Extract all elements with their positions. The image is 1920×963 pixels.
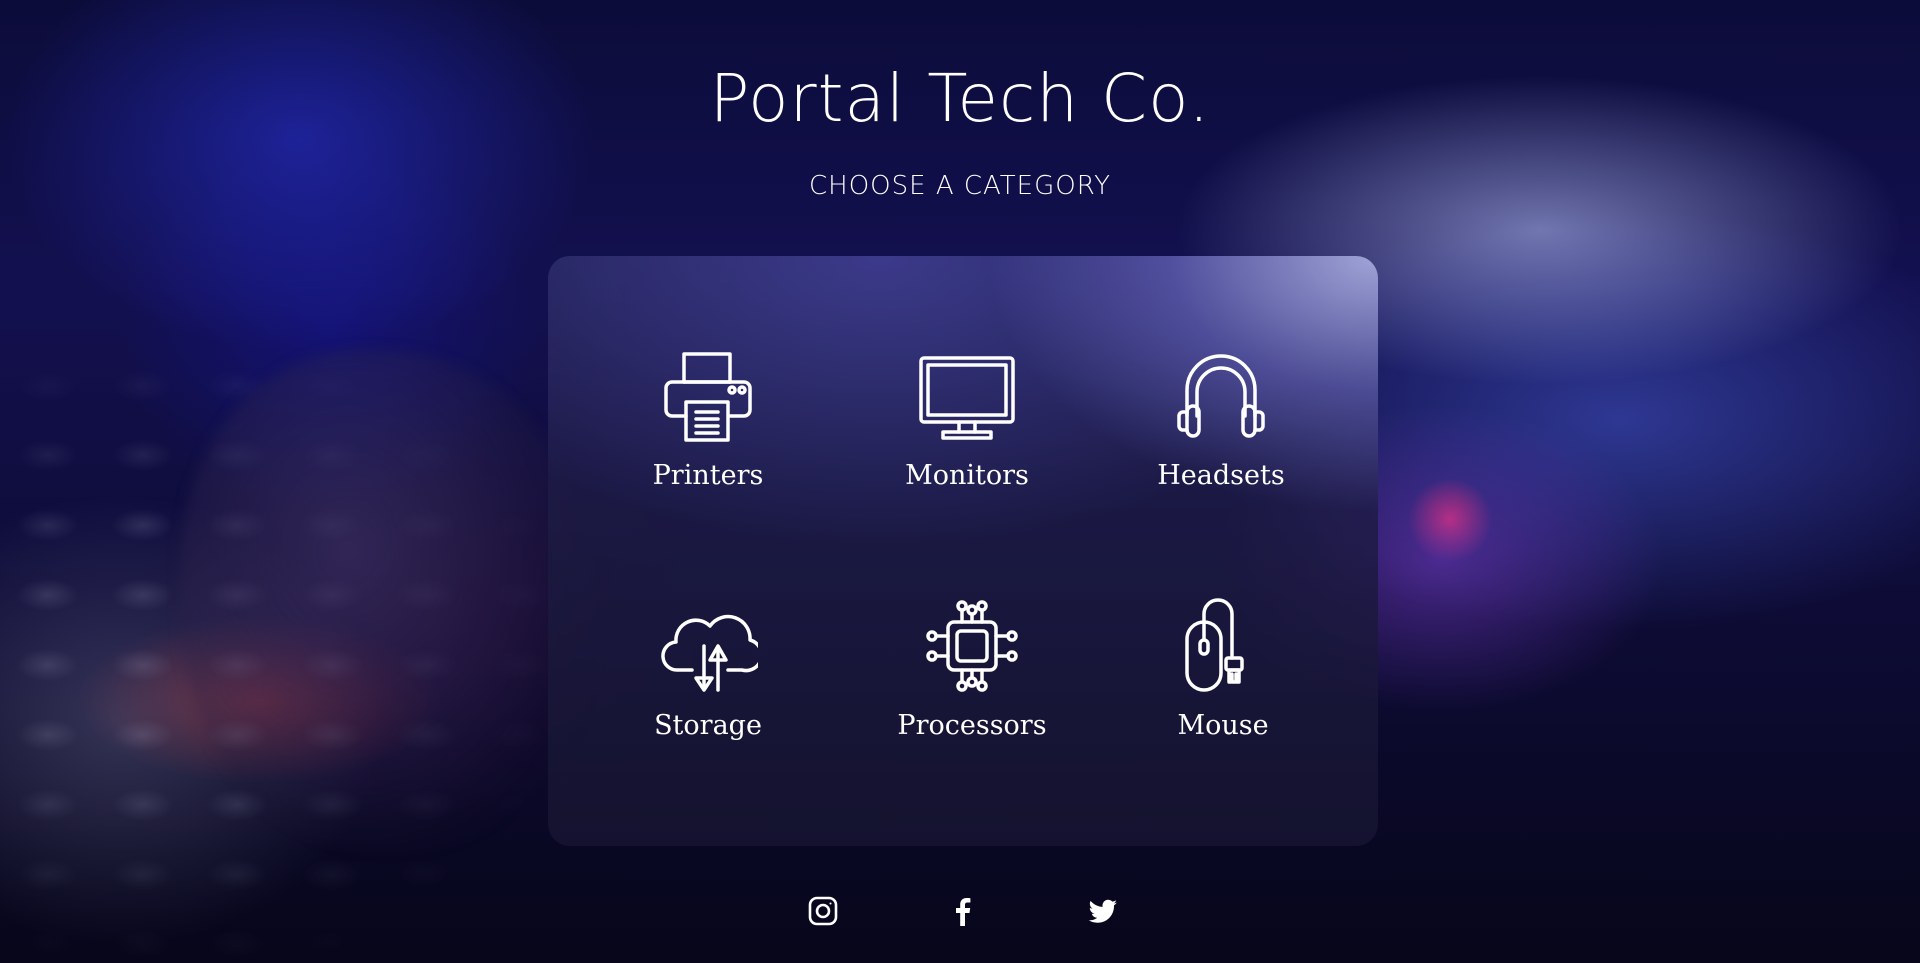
headset-icon bbox=[1177, 354, 1265, 438]
category-processors[interactable]: Processors bbox=[872, 596, 1072, 741]
facebook-icon bbox=[956, 898, 971, 926]
mouse-icon bbox=[1185, 598, 1244, 692]
category-monitors[interactable]: Monitors bbox=[867, 346, 1067, 491]
printer-icon bbox=[664, 352, 752, 442]
page-title: Portal Tech Co. bbox=[709, 60, 1211, 137]
category-grid: Printers Monitors Headsets Storage Proce… bbox=[548, 256, 1378, 846]
facebook-link[interactable] bbox=[943, 891, 983, 931]
social-links bbox=[0, 891, 1920, 931]
category-panel: Printers Monitors Headsets Storage Proce… bbox=[548, 256, 1378, 846]
category-label: Mouse bbox=[1177, 710, 1269, 741]
page-subtitle: CHOOSE A CATEGORY bbox=[808, 171, 1111, 201]
processor-chip-icon bbox=[926, 600, 1018, 692]
instagram-icon bbox=[808, 896, 838, 926]
twitter-icon bbox=[1088, 899, 1117, 923]
category-printers[interactable]: Printers bbox=[608, 346, 808, 491]
category-label: Processors bbox=[897, 710, 1047, 741]
monitor-icon bbox=[919, 356, 1015, 440]
category-mouse[interactable]: Mouse bbox=[1123, 596, 1323, 741]
category-label: Printers bbox=[652, 460, 764, 491]
cloud-storage-icon bbox=[661, 614, 758, 692]
instagram-link[interactable] bbox=[803, 891, 843, 931]
category-headsets[interactable]: Headsets bbox=[1121, 346, 1321, 491]
category-label: Headsets bbox=[1157, 460, 1285, 491]
category-storage[interactable]: Storage bbox=[608, 596, 808, 741]
category-label: Storage bbox=[654, 710, 762, 741]
category-label: Monitors bbox=[905, 460, 1029, 491]
twitter-link[interactable] bbox=[1083, 891, 1123, 931]
